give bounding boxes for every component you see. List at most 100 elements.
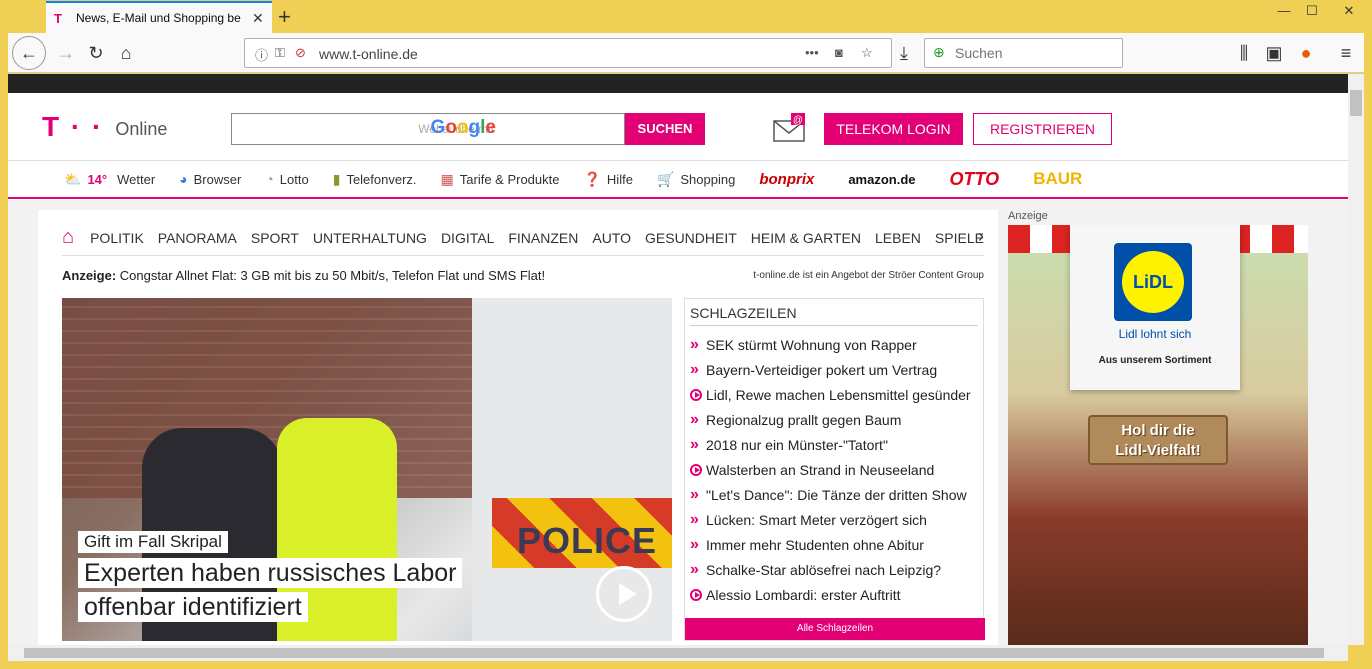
nav-leben[interactable]: LEBEN [875, 230, 921, 246]
t-online-logo[interactable]: T · · Online [42, 111, 167, 143]
register-button[interactable]: REGISTRIEREN [973, 113, 1112, 145]
phonebook-icon: ▮ [332, 170, 341, 187]
shopping-link[interactable]: 🛒 Shopping [657, 171, 735, 188]
telekom-login-button[interactable]: TELEKOM LOGIN [824, 113, 963, 145]
tab-bar: T News, E-Mail und Shopping be ✕ + — ☐ ✕ [0, 0, 1372, 33]
weather-link[interactable]: ⛅ 14° Wetter [64, 171, 155, 188]
headline-item[interactable]: » 2018 nur ein Münster-"Tatort" [690, 432, 983, 457]
close-tab-icon[interactable]: ✕ [252, 10, 264, 27]
headline-item[interactable]: Lidl, Rewe machen Lebensmittel gesünder [690, 382, 983, 407]
hero-teaser[interactable]: POLICE Gift im Fall Skripal Experten hab… [62, 298, 672, 641]
minimize-icon[interactable]: — [1270, 0, 1298, 22]
headline-text: 2018 nur ein Münster-"Tatort" [706, 436, 888, 453]
nav-digital[interactable]: DIGITAL [441, 230, 494, 246]
browser-label: Browser [193, 171, 242, 187]
nav-finanzen[interactable]: FINANZEN [508, 230, 578, 246]
page-actions-icon[interactable]: ••• [805, 45, 819, 60]
headline-item[interactable]: » Bayern-Verteidiger pokert um Vertrag [690, 357, 983, 382]
hilfe-link[interactable]: ❓ Hilfe [583, 171, 632, 188]
nav-sport[interactable]: SPORT [251, 230, 299, 246]
maximize-icon[interactable]: ☐ [1298, 0, 1326, 22]
headline-item[interactable]: » Schalke-Star ablösefrei nach Leipzig? [690, 557, 983, 582]
bookmark-star-icon[interactable]: ☆ [861, 45, 873, 61]
web-search-input[interactable]: Websuche mit Google [231, 113, 625, 145]
url-text: www.t-online.de [319, 46, 418, 62]
headline-item[interactable]: Alessio Lombardi: erster Auftritt [690, 582, 983, 607]
nav-politik[interactable]: POLITIK [90, 230, 144, 246]
info-icon[interactable]: ⓘ [255, 45, 268, 64]
nav-auto[interactable]: AUTO [592, 230, 631, 246]
library-icon[interactable]: ⫼ [1230, 39, 1258, 67]
close-window-icon[interactable]: ✕ [1326, 0, 1372, 22]
headline-item[interactable]: » "Let's Dance": Die Tänze der dritten Sh… [690, 482, 983, 507]
chevron-right-icon[interactable]: › [978, 226, 984, 247]
search-button[interactable]: SUCHEN [625, 113, 705, 145]
help-icon: ❓ [583, 170, 601, 187]
shopping-cart-icon: 🛒 [656, 170, 675, 187]
vertical-scroll-thumb[interactable] [1350, 90, 1362, 116]
browser-tab[interactable]: T News, E-Mail und Shopping be ✕ [46, 1, 272, 33]
lidl-logo: LiDL [1114, 243, 1192, 321]
svg-text:@: @ [793, 115, 803, 126]
headline-item[interactable]: » SEK stürmt Wohnung von Rapper [690, 332, 983, 357]
shopping-label: Shopping [680, 171, 736, 187]
ad-label-side: Anzeige [1008, 210, 1048, 222]
telefonverz-link[interactable]: ▮ Telefonverz. [333, 171, 417, 188]
nav-panorama[interactable]: PANORAMA [158, 230, 237, 246]
search-input[interactable] [955, 45, 1115, 61]
baur-logo[interactable]: BAUR [1033, 169, 1082, 189]
amazon-logo[interactable]: amazon.de [848, 172, 915, 187]
tarife-link[interactable]: ▦ Tarife & Produkte [441, 171, 560, 188]
address-bar[interactable]: ⓘ ⚿ ⊘ www.t-online.de ••• ◙ ☆ [244, 38, 892, 68]
headline-text: "Let's Dance": Die Tänze der dritten Sho… [706, 486, 967, 503]
search-bar[interactable]: ⊕ [924, 38, 1123, 68]
horizontal-scrollbar[interactable] [8, 645, 1348, 661]
key-icon: ⚿ [275, 45, 285, 60]
new-tab-button[interactable]: + [278, 4, 291, 30]
sidebar-icon[interactable]: ▣ [1260, 39, 1288, 67]
headline-item[interactable]: Walsterben an Strand in Neuseeland [690, 457, 983, 482]
lotto-link[interactable]: ◔ Lotto [265, 171, 308, 187]
headline-item[interactable]: » Immer mehr Studenten ohne Abitur [690, 532, 983, 557]
ad-text-line[interactable]: Anzeige: Congstar Allnet Flat: 3 GB mit … [62, 268, 984, 283]
mail-icon[interactable]: @ [773, 113, 807, 143]
lidl-sortiment: Aus unserem Sortiment [1098, 355, 1212, 366]
home-icon[interactable]: ⌂ [62, 226, 74, 249]
reload-button[interactable]: ↻ [82, 39, 110, 67]
nav-spiele[interactable]: SPIELE [935, 230, 984, 246]
back-button[interactable]: ← [12, 36, 46, 70]
hero-image-police-text: POLICE [517, 520, 658, 561]
otto-logo[interactable]: OTTO [950, 169, 1000, 190]
vertical-scrollbar[interactable] [1348, 74, 1364, 645]
play-video-icon[interactable] [596, 566, 652, 622]
forward-button[interactable]: → [52, 39, 80, 67]
horizontal-scroll-thumb[interactable] [24, 648, 1324, 658]
headline-item[interactable]: » Lücken: Smart Meter verzögert sich [690, 507, 983, 532]
menu-icon[interactable]: ≡ [1332, 39, 1360, 67]
main-content: ⌂ POLITIK PANORAMA SPORT UNTERHALTUNG DI… [38, 210, 998, 645]
navigation-toolbar: ← → ↻ ⌂ ⓘ ⚿ ⊘ www.t-online.de ••• ◙ ☆ ⤓ … [8, 33, 1364, 73]
browser-link[interactable]: ◕ Browser [179, 171, 241, 187]
headlines-title: SCHLAGZEILEN [690, 305, 978, 326]
home-button[interactable]: ⌂ [112, 39, 140, 67]
nav-gesundheit[interactable]: GESUNDHEIT [645, 230, 737, 246]
lidl-ad-banner[interactable]: LiDL Lidl lohnt sich Aus unserem Sortime… [1008, 225, 1308, 645]
blocked-lock-icon: ⊘ [295, 45, 306, 60]
headline-item[interactable]: » Regionalzug prallt gegen Baum [690, 407, 983, 432]
lotto-label: Lotto [279, 171, 309, 187]
bonprix-logo[interactable]: bonprix [759, 171, 814, 188]
ad-text: Congstar Allnet Flat: 3 GB mit bis zu 50… [119, 268, 546, 283]
nav-unterhaltung[interactable]: UNTERHALTUNG [313, 230, 427, 246]
nav-heim-garten[interactable]: HEIM & GARTEN [751, 230, 861, 246]
search-icon: ⊕ [933, 44, 945, 60]
headline-text: Walsterben an Strand in Neuseeland [706, 461, 935, 478]
downloads-icon[interactable]: ⤓ [890, 39, 918, 67]
chevron-right-icon: » [690, 435, 699, 453]
headlines-box: SCHLAGZEILEN » SEK stürmt Wohnung von Rap… [684, 298, 985, 641]
pocket-icon[interactable]: ◙ [835, 45, 843, 60]
weather-label: Wetter [117, 171, 156, 187]
lidl-card: LiDL Lidl lohnt sich Aus unserem Sortime… [1070, 225, 1240, 390]
headline-text: Schalke-Star ablösefrei nach Leipzig? [706, 561, 942, 578]
firefox-account-icon[interactable]: ● [1292, 39, 1320, 67]
all-headlines-button[interactable]: Alle Schlagzeilen [685, 618, 985, 640]
